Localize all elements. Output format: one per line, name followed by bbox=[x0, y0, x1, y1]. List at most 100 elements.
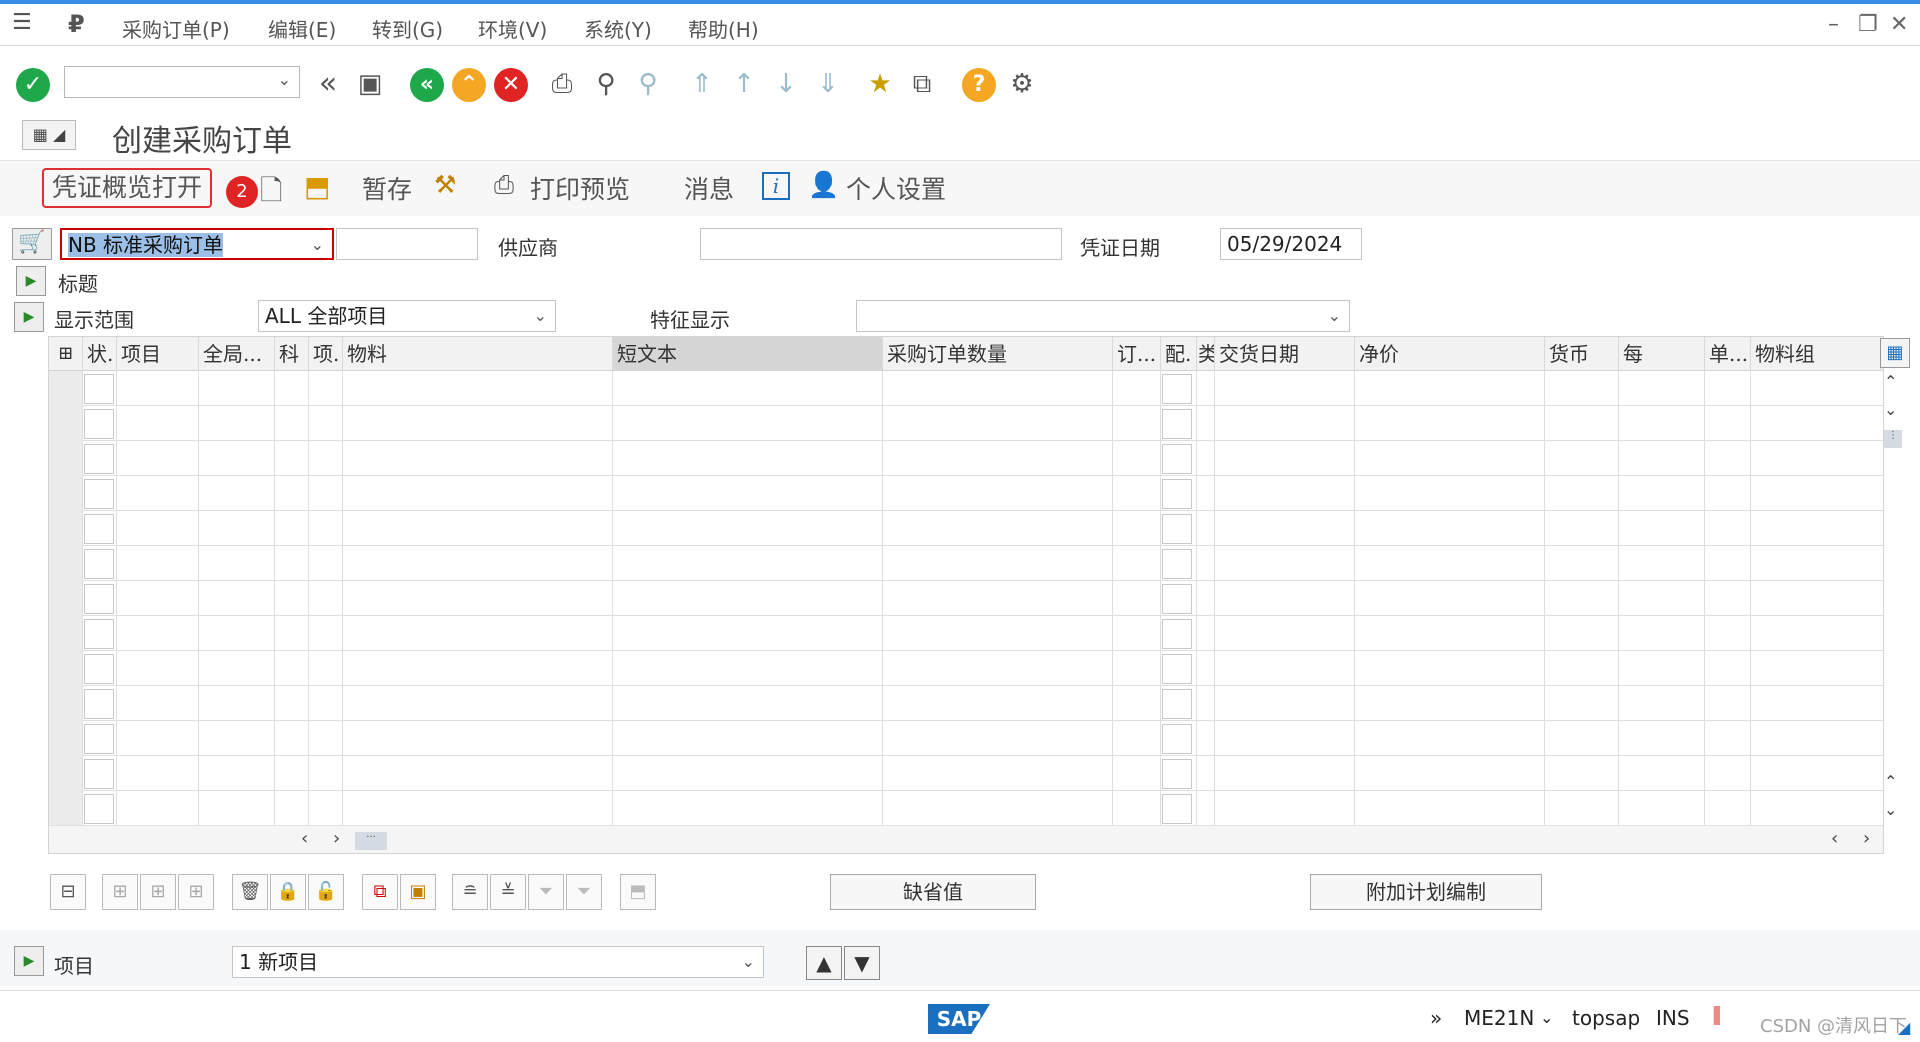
table-cell[interactable] bbox=[1751, 371, 1883, 406]
table-cell[interactable] bbox=[309, 721, 343, 756]
table-cell[interactable] bbox=[1161, 721, 1197, 756]
table-cell[interactable] bbox=[1619, 686, 1705, 721]
table-cell[interactable] bbox=[83, 406, 117, 441]
col-config[interactable]: 配. bbox=[1161, 337, 1197, 371]
table-cell[interactable] bbox=[343, 651, 613, 686]
table-cell[interactable] bbox=[275, 441, 309, 476]
table-settings-icon[interactable]: ▦ bbox=[1880, 338, 1910, 368]
row-selector[interactable] bbox=[49, 756, 83, 791]
col-item-category[interactable]: 项. bbox=[309, 337, 343, 371]
order-number-field[interactable] bbox=[336, 228, 478, 260]
table-cell[interactable] bbox=[117, 651, 199, 686]
table-cell[interactable] bbox=[1161, 756, 1197, 791]
table-cell[interactable] bbox=[1619, 371, 1705, 406]
table-cell[interactable] bbox=[613, 756, 883, 791]
row-selector[interactable] bbox=[49, 371, 83, 406]
status-checkbox[interactable] bbox=[84, 724, 114, 754]
table-cell[interactable] bbox=[309, 581, 343, 616]
table-cell[interactable] bbox=[275, 686, 309, 721]
status-expand-icon[interactable]: » bbox=[1430, 1006, 1442, 1030]
table-cell[interactable] bbox=[883, 406, 1113, 441]
table-cell[interactable] bbox=[1619, 791, 1705, 826]
table-cell[interactable] bbox=[275, 581, 309, 616]
status-checkbox[interactable] bbox=[84, 584, 114, 614]
table-cell[interactable] bbox=[1355, 546, 1545, 581]
config-checkbox[interactable] bbox=[1162, 549, 1192, 579]
next-item-button[interactable]: ▼ bbox=[844, 946, 880, 980]
row-selector[interactable] bbox=[49, 686, 83, 721]
table-cell[interactable] bbox=[1619, 511, 1705, 546]
table-cell[interactable] bbox=[83, 511, 117, 546]
table-cell[interactable] bbox=[1113, 721, 1161, 756]
table-cell[interactable] bbox=[1215, 721, 1355, 756]
additional-planning-button[interactable]: 附加计划编制 bbox=[1310, 874, 1542, 910]
table-cell[interactable] bbox=[1197, 616, 1215, 651]
table-cell[interactable] bbox=[1355, 686, 1545, 721]
table-cell[interactable] bbox=[1619, 616, 1705, 651]
menu-environment[interactable]: 环境(V) bbox=[478, 14, 547, 43]
config-checkbox[interactable] bbox=[1162, 479, 1192, 509]
expand-header-icon[interactable]: ▶ bbox=[16, 266, 46, 296]
table-cell[interactable] bbox=[1751, 406, 1883, 441]
settings-gear-icon[interactable]: ⚙ bbox=[1004, 66, 1040, 102]
table-cell[interactable] bbox=[613, 406, 883, 441]
screen-menu-icon[interactable]: ▦ ◢ bbox=[22, 120, 76, 150]
info-icon[interactable]: i bbox=[762, 172, 790, 200]
table-cell[interactable] bbox=[1215, 371, 1355, 406]
table-cell[interactable] bbox=[1705, 616, 1751, 651]
table-cell[interactable] bbox=[117, 686, 199, 721]
table-cell[interactable] bbox=[1113, 476, 1161, 511]
status-checkbox[interactable] bbox=[84, 689, 114, 719]
status-checkbox[interactable] bbox=[84, 444, 114, 474]
config-checkbox[interactable] bbox=[1162, 654, 1192, 684]
horizontal-scrollbar[interactable]: ‹ › ··· ‹ › bbox=[49, 825, 1883, 853]
table-cell[interactable] bbox=[83, 476, 117, 511]
table-cell[interactable] bbox=[309, 651, 343, 686]
table-cell[interactable] bbox=[1751, 616, 1883, 651]
table-cell[interactable] bbox=[1113, 441, 1161, 476]
order-type-select[interactable]: NB 标准采购订单 ⌄ bbox=[60, 228, 334, 260]
table-cell[interactable] bbox=[309, 476, 343, 511]
table-cell[interactable] bbox=[1161, 371, 1197, 406]
document-overview-button[interactable]: 凭证概览打开 bbox=[42, 168, 212, 208]
table-cell[interactable] bbox=[1215, 581, 1355, 616]
table-cell[interactable] bbox=[1545, 371, 1619, 406]
table-cell[interactable] bbox=[1751, 581, 1883, 616]
select-all-icon[interactable]: ⊞ bbox=[49, 337, 83, 371]
chevron-down-icon[interactable]: ⌄ bbox=[278, 70, 291, 89]
table-cell[interactable] bbox=[1355, 406, 1545, 441]
vertical-scroll-thumb[interactable]: ⋮ bbox=[1884, 430, 1902, 448]
table-cell[interactable] bbox=[613, 651, 883, 686]
table-cell[interactable] bbox=[117, 476, 199, 511]
table-cell[interactable] bbox=[199, 791, 275, 826]
chevron-down-icon[interactable]: ⌄ bbox=[1328, 301, 1341, 331]
col-order-unit[interactable]: 订... bbox=[1113, 337, 1161, 371]
table-cell[interactable] bbox=[1705, 581, 1751, 616]
personal-settings-icon[interactable]: 👤 bbox=[808, 170, 839, 200]
scroll-thumb[interactable]: ··· bbox=[355, 832, 387, 850]
table-cell[interactable] bbox=[1545, 511, 1619, 546]
scroll-right-icon[interactable]: › bbox=[1863, 828, 1870, 849]
table-cell[interactable] bbox=[883, 476, 1113, 511]
table-cell[interactable] bbox=[117, 406, 199, 441]
print-preview-icon[interactable]: ⎙ bbox=[494, 170, 514, 200]
close-window-icon[interactable]: ✕ bbox=[1890, 12, 1908, 37]
table-cell[interactable] bbox=[1215, 441, 1355, 476]
col-global[interactable]: 全局... bbox=[199, 337, 275, 371]
table-cell[interactable] bbox=[1113, 756, 1161, 791]
table-cell[interactable] bbox=[1705, 651, 1751, 686]
status-checkbox[interactable] bbox=[84, 479, 114, 509]
table-cell[interactable] bbox=[343, 791, 613, 826]
table-cell[interactable] bbox=[117, 511, 199, 546]
table-cell[interactable] bbox=[83, 546, 117, 581]
table-cell[interactable] bbox=[117, 546, 199, 581]
table-cell[interactable] bbox=[883, 616, 1113, 651]
table-cell[interactable] bbox=[1619, 581, 1705, 616]
table-cell[interactable] bbox=[1197, 721, 1215, 756]
table-cell[interactable] bbox=[275, 721, 309, 756]
col-account[interactable]: 科 bbox=[275, 337, 309, 371]
table-cell[interactable] bbox=[1545, 406, 1619, 441]
table-cell[interactable] bbox=[1751, 546, 1883, 581]
table-cell[interactable] bbox=[1355, 441, 1545, 476]
table-cell[interactable] bbox=[1619, 406, 1705, 441]
